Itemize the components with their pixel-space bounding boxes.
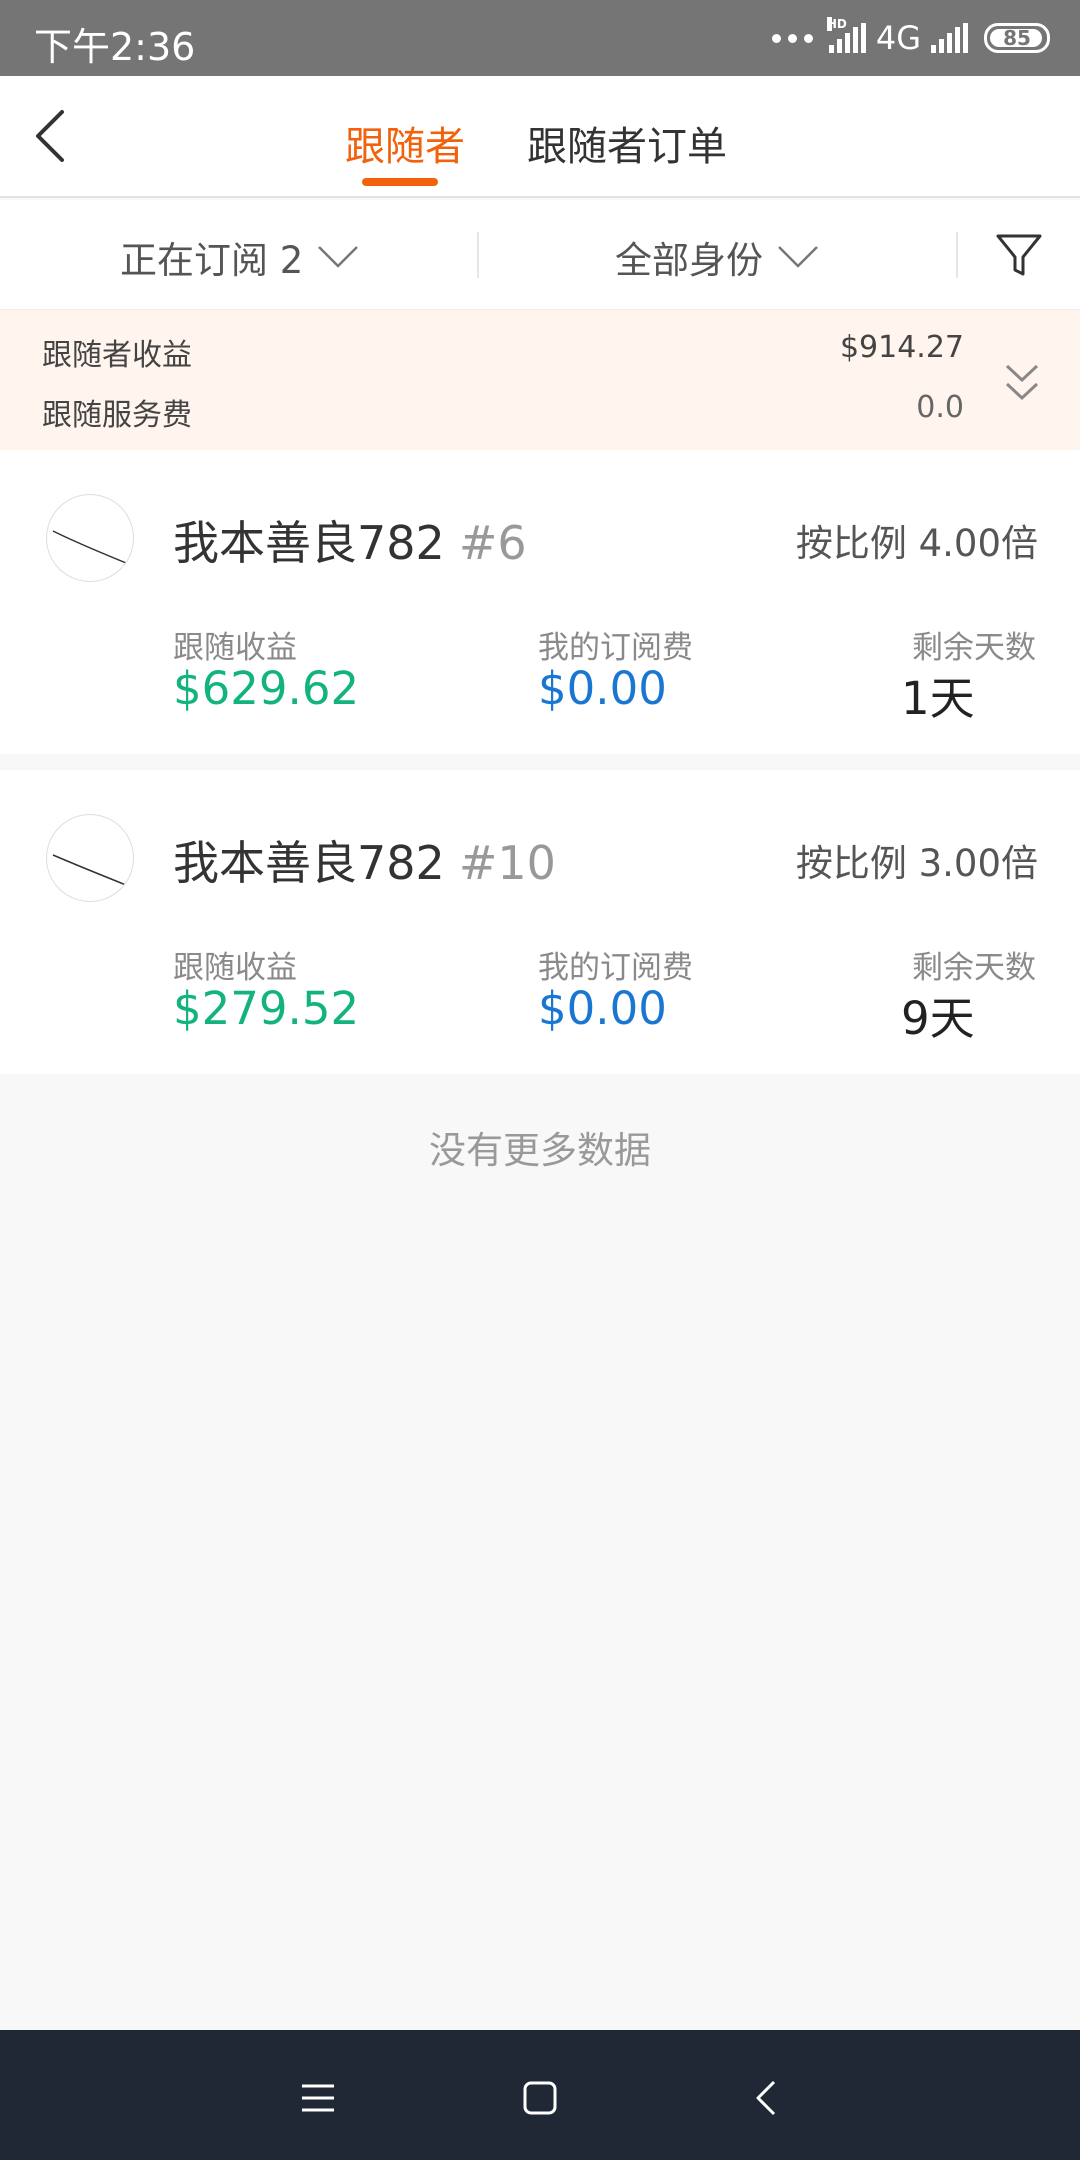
remaining-days-value: 9天 [901, 992, 975, 1045]
more-notifications-icon [771, 33, 813, 43]
status-time: 下午2:36 [34, 25, 196, 69]
follower-number: #6 [458, 516, 527, 570]
earnings-label: 跟随收益 [173, 630, 297, 666]
remaining-days-label: 剩余天数 [912, 950, 1036, 986]
service-fee-label: 跟随服务费 [42, 398, 192, 433]
header: 跟随者 跟随者订单 [0, 76, 1080, 198]
home-icon[interactable] [512, 2070, 568, 2126]
follow-ratio: 按比例 3.00倍 [795, 842, 1038, 885]
subscription-fee-value: $0.00 [538, 662, 667, 715]
remaining-days-value: 1天 [901, 672, 975, 725]
subscription-filter-dropdown[interactable]: 正在订阅 2 [120, 230, 359, 284]
remaining-days-label: 剩余天数 [912, 630, 1036, 666]
filter-divider [477, 232, 479, 278]
signal-icon-2 [931, 23, 968, 53]
avatar [46, 814, 134, 902]
subscription-fee-label: 我的订阅费 [538, 630, 693, 666]
battery-level: 85 [1003, 26, 1031, 50]
follower-name: 我本善良782 #10 [173, 827, 556, 893]
filter-funnel-icon[interactable] [994, 230, 1044, 280]
follower-name: 我本善良782 #6 [173, 507, 527, 573]
status-bar: 下午2:36 HD 4G 85 [0, 0, 1080, 76]
subscription-fee-value: $0.00 [538, 982, 667, 1035]
follower-earnings-value: $914.27 [839, 330, 964, 365]
role-filter-label: 全部身份 [615, 239, 763, 282]
earnings-label: 跟随收益 [173, 950, 297, 986]
active-tab-indicator [362, 178, 438, 186]
role-filter-dropdown[interactable]: 全部身份 [615, 230, 819, 284]
chevron-down-icon [778, 246, 818, 268]
earnings-value: $629.62 [173, 662, 360, 715]
back-button[interactable] [20, 106, 80, 166]
follower-number: #10 [458, 836, 556, 890]
follower-earnings-label: 跟随者收益 [42, 338, 192, 373]
menu-icon[interactable] [290, 2070, 346, 2126]
service-fee-value: 0.0 [916, 390, 964, 425]
back-icon[interactable] [740, 2070, 796, 2126]
double-chevron-down-icon[interactable] [1004, 362, 1040, 406]
network-type: 4G [875, 19, 921, 57]
back-arrow-icon [36, 110, 64, 162]
subscription-fee-label: 我的订阅费 [538, 950, 693, 986]
follower-name-text: 我本善良782 [173, 516, 445, 570]
status-icons: HD 4G 85 [771, 17, 1050, 58]
battery-icon: 85 [984, 23, 1050, 53]
tab-follower-orders[interactable]: 跟随者订单 [527, 114, 727, 172]
earnings-summary: 跟随者收益 $914.27 跟随服务费 0.0 [0, 310, 1080, 450]
filter-bar: 正在订阅 2 全部身份 [0, 200, 1080, 310]
tab-followers[interactable]: 跟随者 [345, 114, 465, 172]
follower-card[interactable]: 我本善良782 #10 按比例 3.00倍 跟随收益 $279.52 我的订阅费 … [0, 770, 1080, 1074]
filter-divider [956, 232, 958, 278]
follow-ratio: 按比例 4.00倍 [795, 522, 1038, 565]
avatar [46, 494, 134, 582]
system-nav-bar [0, 2030, 1080, 2160]
follower-card[interactable]: 我本善良782 #6 按比例 4.00倍 跟随收益 $629.62 我的订阅费 $… [0, 450, 1080, 754]
hd-label: HD [826, 17, 847, 31]
subscription-filter-label: 正在订阅 2 [120, 239, 304, 282]
signal-icon-1: HD [826, 17, 866, 53]
chevron-down-icon [318, 246, 359, 268]
follower-name-text: 我本善良782 [173, 836, 445, 890]
no-more-data-text: 没有更多数据 [429, 1129, 651, 1172]
earnings-value: $279.52 [173, 982, 360, 1035]
